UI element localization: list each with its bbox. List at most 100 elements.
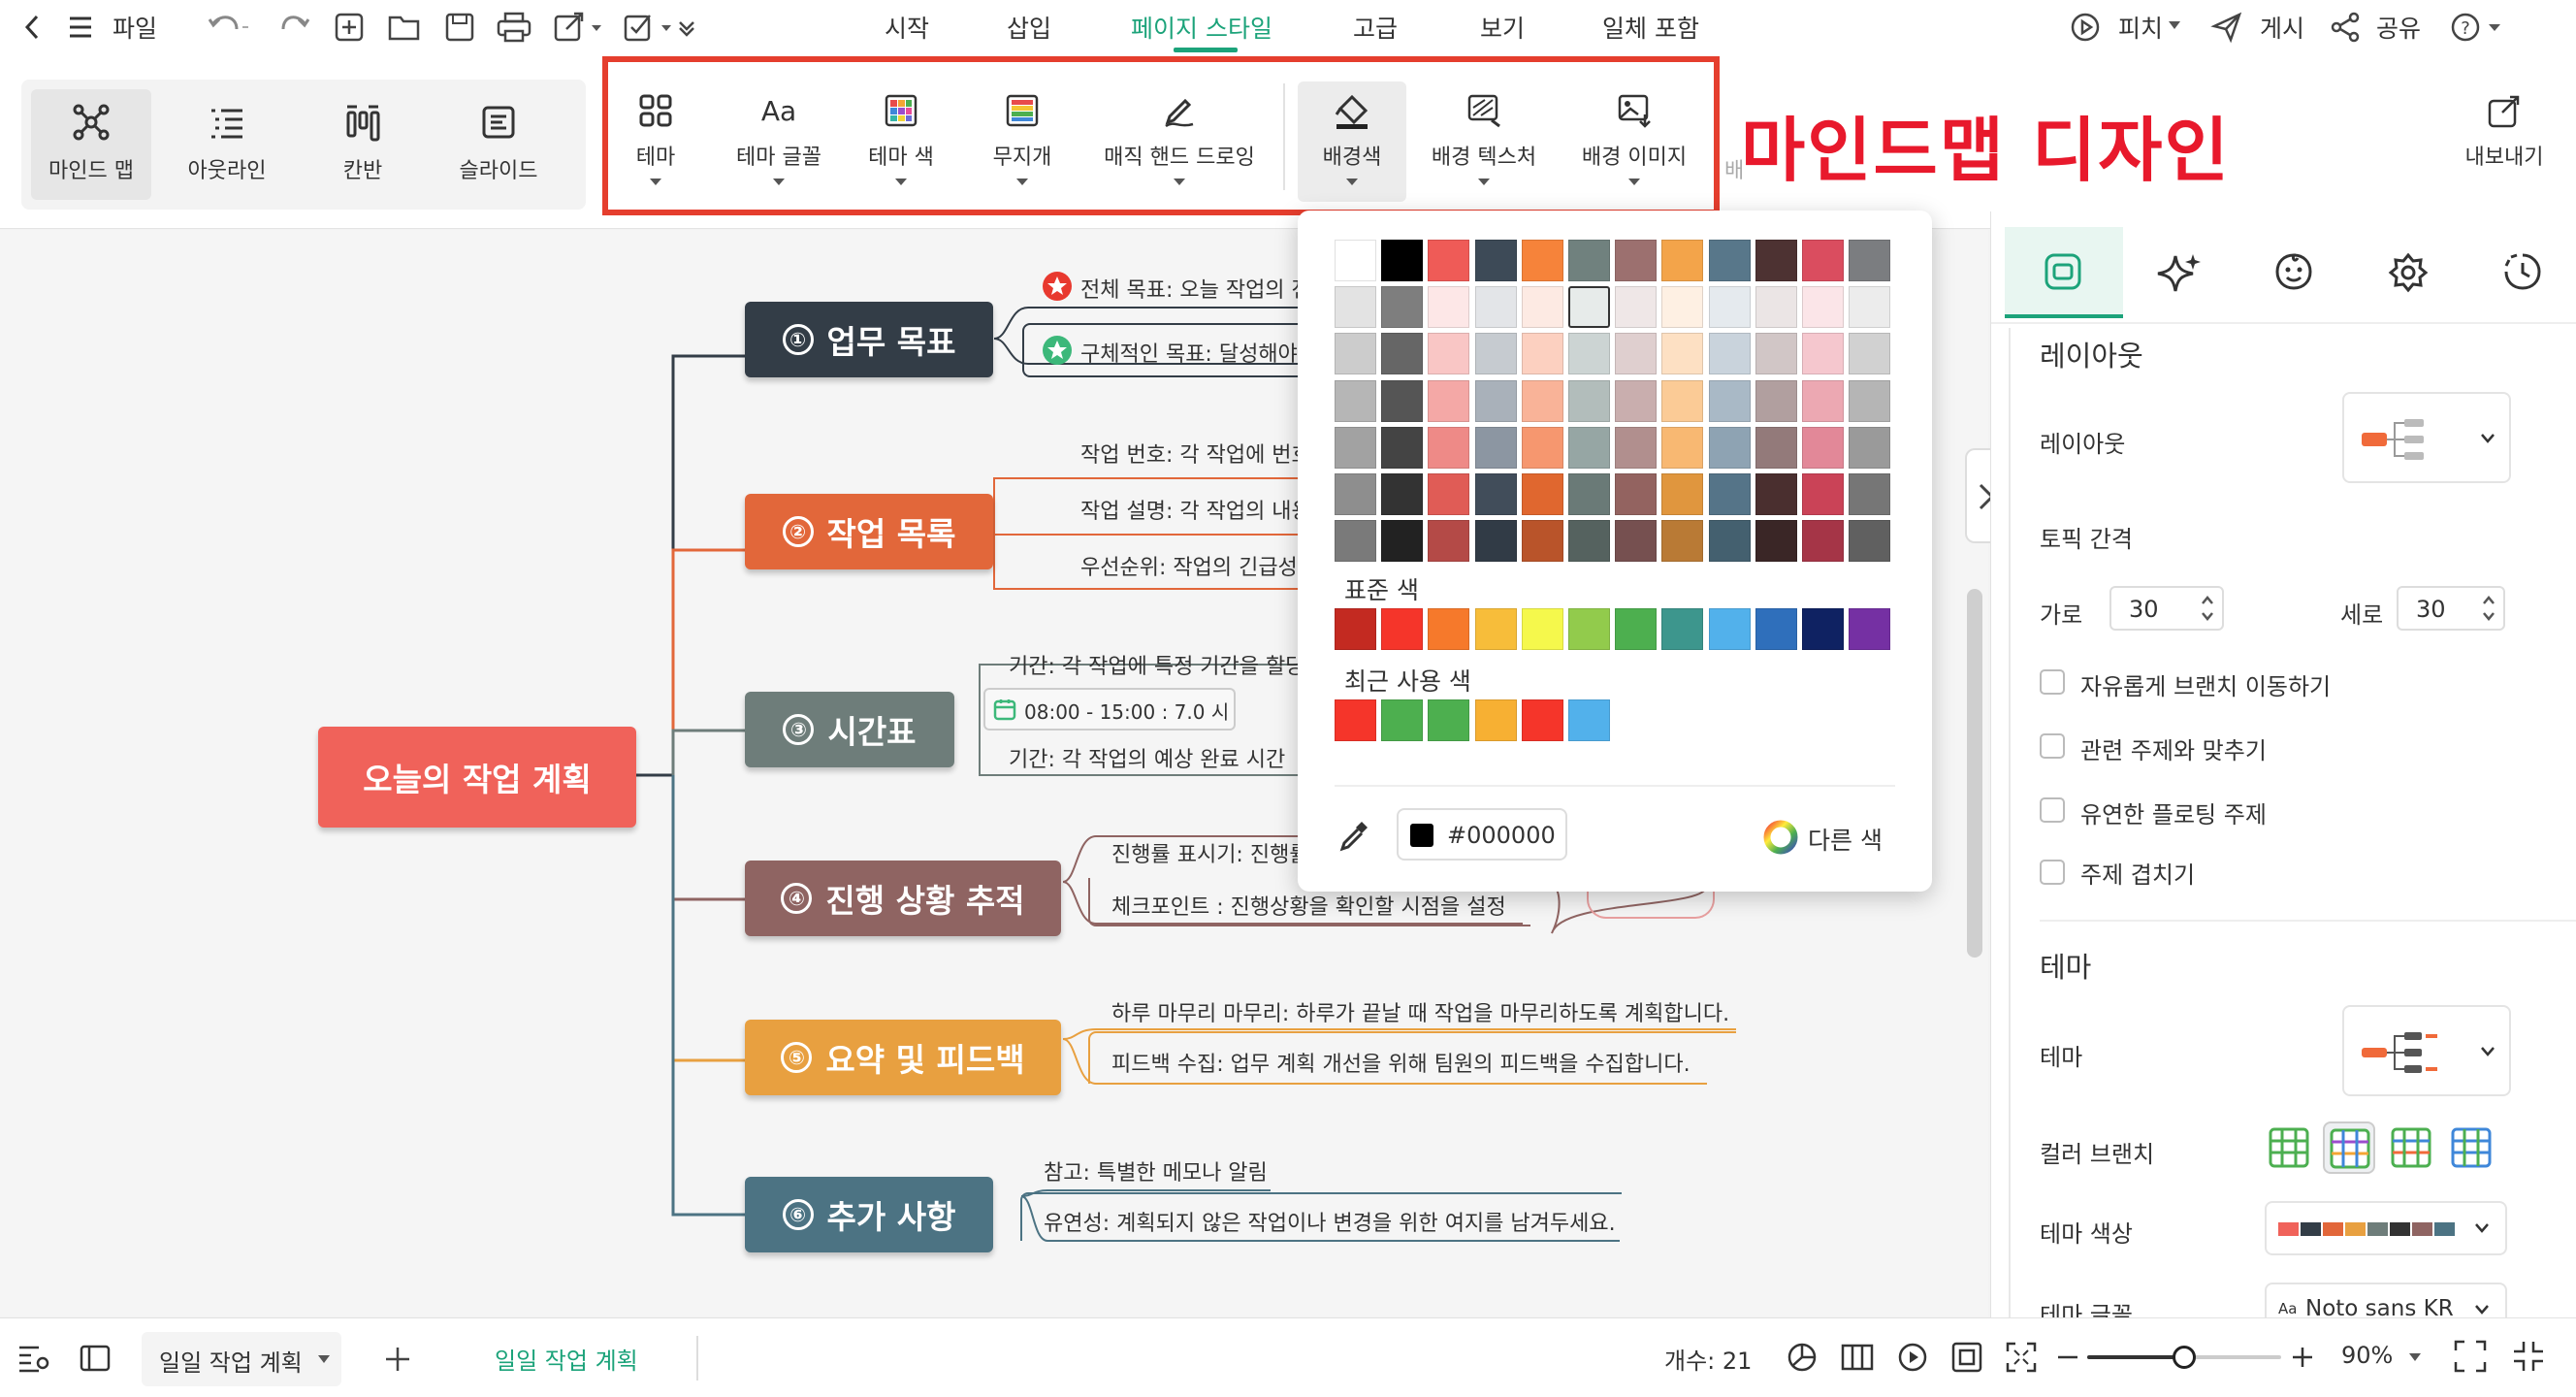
help-icon[interactable]: ?	[2450, 12, 2506, 43]
palette-swatch[interactable]	[1755, 520, 1797, 563]
subtopic-1b[interactable]: 구체적인 목표: 달성해야	[1080, 329, 1302, 368]
stepper-icon[interactable]	[2482, 594, 2496, 623]
palette-swatch[interactable]	[1708, 240, 1751, 281]
layout-dropdown[interactable]	[2342, 392, 2511, 483]
zoom-slider-track[interactable]	[2087, 1346, 2281, 1369]
palette-swatch[interactable]	[1615, 240, 1658, 281]
palette-swatch[interactable]	[1428, 426, 1470, 469]
topic-2[interactable]: ② 작업 목록	[745, 494, 993, 569]
palette-swatch[interactable]	[1521, 520, 1563, 563]
recent-color-swatch[interactable]	[1428, 699, 1470, 741]
palette-swatch[interactable]	[1521, 333, 1563, 375]
horizontal-spacing-input[interactable]: 30	[2109, 586, 2224, 631]
more-chevron-icon[interactable]	[677, 17, 696, 37]
standard-color-swatch[interactable]	[1474, 608, 1517, 650]
center-tab-label[interactable]: 일일 작업 계획	[495, 1342, 638, 1376]
palette-swatch[interactable]	[1661, 333, 1704, 375]
floating-topic-checkbox[interactable]	[2040, 797, 2065, 823]
standard-color-swatch[interactable]	[1428, 608, 1470, 650]
palette-swatch[interactable]	[1615, 379, 1658, 422]
theme-dropdown[interactable]	[2342, 1005, 2511, 1096]
palette-swatch[interactable]	[1568, 473, 1610, 515]
publish-button[interactable]: 게시	[2260, 10, 2304, 45]
palette-swatch[interactable]	[1849, 426, 1891, 469]
standard-color-swatch[interactable]	[1802, 608, 1844, 650]
palette-swatch[interactable]	[1381, 520, 1424, 563]
recent-color-swatch[interactable]	[1381, 699, 1424, 741]
palette-swatch[interactable]	[1802, 379, 1844, 422]
palette-swatch[interactable]	[1755, 473, 1797, 515]
palette-swatch[interactable]	[1615, 473, 1658, 515]
recent-color-swatch[interactable]	[1474, 699, 1517, 741]
save-icon[interactable]	[444, 12, 475, 43]
branch-style-2[interactable]	[2323, 1121, 2375, 1174]
hex-color-input[interactable]: #000000	[1397, 808, 1567, 861]
file-menu[interactable]: 파일	[113, 10, 157, 45]
palette-swatch[interactable]	[1802, 240, 1844, 281]
palette-swatch[interactable]	[1474, 473, 1517, 515]
palette-swatch[interactable]	[1428, 286, 1470, 329]
palette-swatch[interactable]	[1335, 520, 1376, 563]
color-wheel-icon[interactable]	[1763, 820, 1798, 855]
palette-swatch[interactable]	[1428, 240, 1470, 281]
branch-style-3[interactable]	[2391, 1127, 2431, 1168]
palette-swatch[interactable]	[1755, 379, 1797, 422]
overlap-topics-checkbox[interactable]	[2040, 860, 2065, 885]
view-slides-button[interactable]: 슬라이드	[438, 89, 559, 200]
topic-5[interactable]: ⑤ 요약 및 피드백	[745, 1020, 1061, 1095]
palette-swatch[interactable]	[1802, 286, 1844, 329]
tab-insert[interactable]: 삽입	[1007, 10, 1051, 45]
standard-color-swatch[interactable]	[1708, 608, 1751, 650]
menu-icon[interactable]	[68, 16, 93, 39]
frame-icon[interactable]	[1951, 1342, 1982, 1373]
subtopic-4a[interactable]: 진행률 표시기: 진행률	[1111, 837, 1300, 868]
palette-swatch[interactable]	[1428, 473, 1470, 515]
subtopic-5b[interactable]: 피드백 수집: 업무 계획 개선을 위해 팀원의 피드백을 수집합니다.	[1111, 1047, 1690, 1078]
palette-swatch[interactable]	[1802, 426, 1844, 469]
palette-swatch[interactable]	[1335, 240, 1376, 281]
subtopic-4b[interactable]: 체크포인트 : 진행상황을 확인할 시점을 설정	[1111, 890, 1506, 921]
emoji-icon[interactable]	[2274, 252, 2313, 291]
zoom-in-icon[interactable]	[2291, 1346, 2314, 1369]
palette-swatch[interactable]	[1521, 426, 1563, 469]
palette-swatch[interactable]	[1335, 426, 1376, 469]
time-chip[interactable]: 08:00 - 15:00 : 7.0 시	[983, 688, 1236, 731]
subtopic-1a[interactable]: 전체 목표: 오늘 작업의 전	[1080, 273, 1302, 304]
palette-swatch[interactable]	[1474, 240, 1517, 281]
palette-swatch[interactable]	[1335, 333, 1376, 375]
palette-swatch[interactable]	[1428, 520, 1470, 563]
standard-color-swatch[interactable]	[1568, 608, 1610, 650]
palette-swatch[interactable]	[1474, 379, 1517, 422]
palette-swatch[interactable]	[1802, 520, 1844, 563]
palette-swatch[interactable]	[1755, 333, 1797, 375]
view-mindmap-button[interactable]: 마인드 맵	[31, 89, 151, 200]
palette-swatch[interactable]	[1661, 426, 1704, 469]
palette-swatch[interactable]	[1708, 426, 1751, 469]
ai-sparkle-icon[interactable]	[2157, 252, 2201, 295]
palette-swatch[interactable]	[1661, 286, 1704, 329]
palette-swatch[interactable]	[1568, 520, 1610, 563]
palette-swatch[interactable]	[1474, 520, 1517, 563]
palette-swatch[interactable]	[1381, 333, 1424, 375]
topic-4[interactable]: ④ 진행 상황 추적	[745, 861, 1061, 936]
topic-1[interactable]: ① 업무 목표	[745, 302, 993, 377]
subtopic-2c[interactable]: 우선순위: 작업의 긴급성	[1080, 550, 1302, 581]
standard-color-swatch[interactable]	[1755, 608, 1797, 650]
root-topic[interactable]: 오늘의 작업 계획	[318, 727, 636, 828]
zoom-level[interactable]: 90%	[2341, 1342, 2393, 1369]
palette-swatch[interactable]	[1381, 240, 1424, 281]
back-icon[interactable]	[23, 14, 41, 41]
palette-swatch[interactable]	[1568, 426, 1610, 469]
branch-style-4[interactable]	[2451, 1127, 2492, 1168]
badge-icon[interactable]	[2388, 252, 2429, 293]
align-topics-checkbox[interactable]	[2040, 733, 2065, 759]
palette-swatch[interactable]	[1849, 379, 1891, 422]
tab-advanced[interactable]: 고급	[1353, 10, 1398, 45]
pitch-dropdown-icon[interactable]	[2169, 21, 2180, 31]
palette-swatch[interactable]	[1568, 286, 1610, 329]
palette-swatch[interactable]	[1849, 333, 1891, 375]
palette-swatch[interactable]	[1521, 286, 1563, 329]
palette-swatch[interactable]	[1335, 286, 1376, 329]
palette-swatch[interactable]	[1849, 240, 1891, 281]
palette-swatch[interactable]	[1568, 379, 1610, 422]
